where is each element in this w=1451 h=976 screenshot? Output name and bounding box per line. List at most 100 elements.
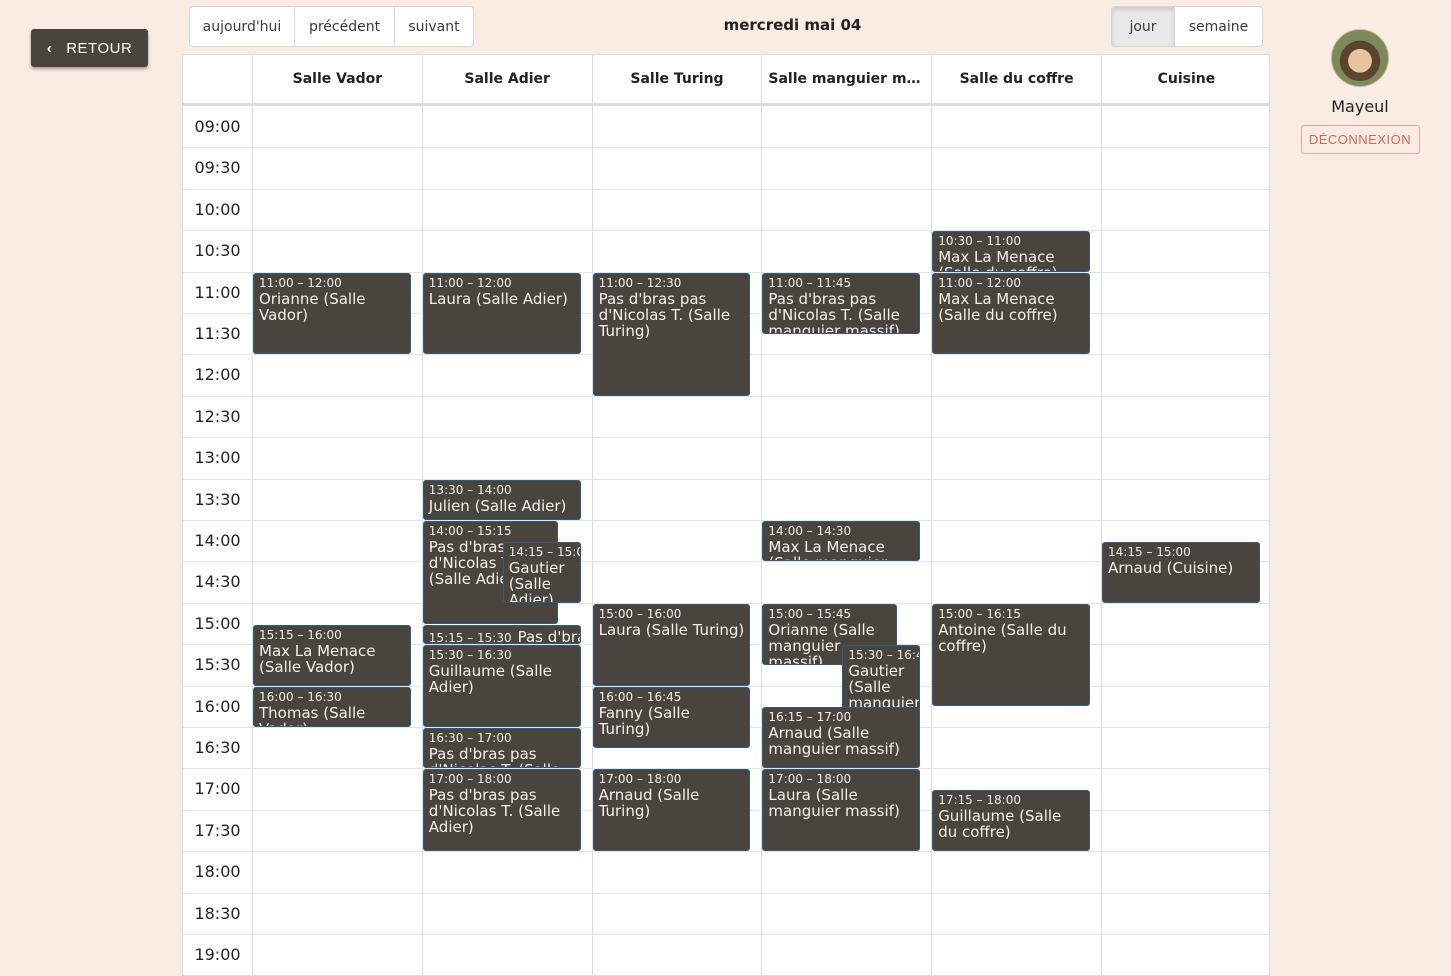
calendar-event[interactable]: 15:30 – 16:30 Guillaume (Salle Adier) [422,645,581,727]
room-header-label: Salle manguier ma... [768,71,926,87]
event-time: 15:30 – 16:45 [848,648,919,663]
event-time: 14:15 – 15:00 [508,544,580,559]
room-header-row: Salle Vador Salle Adier Salle Turing Salle … [183,55,1269,106]
user-panel: Mayeul DÉCONNEXION [1290,29,1430,154]
view-day-button[interactable]: jour [1112,7,1175,46]
calendar-event[interactable]: 17:00 – 18:00 Pas d'bras pas d'Nicolas T.… [422,769,581,852]
event-title: Max La Menace (Salle du coffre) [938,289,1058,324]
logout-button[interactable]: DÉCONNEXION [1300,125,1420,154]
event-time: 11:00 – 11:45 [768,275,852,290]
calendar-event[interactable]: 14:15 – 15:00Gautier (Salle Adier) [502,541,581,603]
event-title: Max La Menace (Salle manguier massif) [768,538,887,560]
slot-divider [183,892,1269,894]
event-title: Max La Menace (Salle du coffre) [938,248,1057,270]
event-time: 13:30 – 14:00 [428,482,512,497]
event-time: 14:15 – 15:00 [1108,544,1191,559]
time-label: 14:00 [194,531,241,550]
event-time: 16:15 – 17:00 [768,710,852,725]
event-title: Laura (Salle Turing) [598,620,745,639]
calendar-event[interactable]: 14:00 – 14:30Max La Menace (Salle mangui… [762,521,921,562]
calendar-event[interactable]: 16:30 – 17:00Pas d'bras pas d'Nicolas T.… [422,728,581,769]
event-time: 17:00 – 18:00 [428,772,512,787]
calendar-event[interactable]: 10:30 – 11:00Max La Menace (Salle du cof… [932,231,1090,272]
slot-divider [183,437,1269,439]
event-time: 15:00 – 16:15 [938,606,1021,621]
calendar-event[interactable]: 14:15 – 15:00 Arnaud (Cuisine) [1102,541,1260,603]
calendar-event[interactable]: 15:15 – 16:00 Max La Menace (Salle Vador) [253,624,411,686]
room-header: Salle Adier [421,55,592,103]
event-title: Antoine (Salle du coffre) [938,620,1067,655]
column-divider [252,106,253,975]
event-time: 10:30 – 11:00 [938,234,1021,249]
event-title: Laura (Salle Adier) [428,289,568,308]
calendar-event[interactable]: 11:00 – 12:30 Pas d'bras pas d'Nicolas T.… [592,272,751,396]
event-time: 15:15 – 16:00 [259,627,342,642]
time-label: 09:30 [194,158,241,178]
time-label: 16:00 [194,696,241,716]
event-time: 15:30 – 16:30 [428,648,512,663]
room-header: Salle Vador [252,55,422,103]
time-label: 19:00 [194,945,241,964]
time-label: 18:00 [194,862,241,882]
calendar-event[interactable]: 11:00 – 12:00 Laura (Salle Adier) [422,272,581,355]
room-header: Salle manguier ma... [761,55,931,103]
calendar-event[interactable]: 17:00 – 18:00 Arnaud (Salle Turing) [592,769,751,852]
time-label: 13:30 [194,489,241,509]
calendar-event[interactable]: 17:15 – 18:00 Guillaume (Salle du coffre) [932,790,1090,852]
calendar-event[interactable]: 17:00 – 18:00 Laura (Salle manguier massi… [762,769,921,852]
room-header-label: Cuisine [1157,71,1216,87]
event-title: Pas d'bras pas d'Nicolas T. (Salle Turin… [598,289,731,340]
calendar-event[interactable]: 16:00 – 16:30Thomas (Salle Vador) [253,686,411,727]
event-time: 16:00 – 16:45 [598,689,682,704]
event-title: Pas d'bras pas d'Nicolas T. (Salle Adier… [428,745,560,767]
calendar-event[interactable]: 15:00 – 16:15 Antoine (Salle du coffre) [932,603,1090,707]
time-label: 15:00 [194,613,241,633]
event-time: 11:00 – 12:00 [259,275,342,290]
event-time: 11:00 – 12:30 [598,275,682,290]
event-time: 14:00 – 15:15 [428,524,512,538]
event-time: 16:00 – 16:30 [259,689,342,704]
previous-button[interactable]: précédent [295,7,395,46]
event-time: 15:00 – 15:45 [768,606,852,621]
avatar[interactable] [1331,29,1389,87]
column-divider [1101,106,1102,975]
date-title: mercredi mai 04 [723,16,862,34]
time-label: 15:30 [194,655,241,675]
event-time: 16:30 – 17:00 [428,731,512,745]
calendar-event[interactable]: 15:15 – 15:30 Pas d'bras pas d'Nicolas T.… [422,624,581,645]
event-title: Arnaud (Salle manguier massif) [768,724,900,759]
calendar-event[interactable]: 11:00 – 11:45 Pas d'bras pas d'Nicolas T.… [762,272,921,334]
calendar-event[interactable]: 16:15 – 17:00 Arnaud (Salle manguier mass… [762,707,921,769]
event-title: Guillaume (Salle du coffre) [938,807,1062,842]
today-button[interactable]: aujourd'hui [190,7,295,46]
view-week-button[interactable]: semaine [1175,7,1262,46]
event-time: 17:00 – 18:00 [598,772,682,787]
calendar-event[interactable]: 15:00 – 16:00 Laura (Salle Turing) [592,603,751,686]
next-button[interactable]: suivant [395,7,473,46]
event-title: Pas d'bras pas d'Nicolas T. (Salle mangu… [768,289,900,334]
slot-divider [183,395,1269,397]
event-title: Thomas (Salle Vador) [259,703,366,726]
calendar-event[interactable]: 11:00 – 12:00 Max La Menace (Salle du cof… [932,272,1090,355]
time-label: 16:30 [194,738,241,757]
username: Mayeul [1331,97,1389,116]
day-calendar: Salle Vador Salle Adier Salle Turing Salle … [182,54,1270,976]
room-header: Salle Turing [591,55,762,103]
slot-divider [183,478,1269,480]
chevron-left-icon: ‹ [46,39,53,57]
slot-divider [183,520,1269,521]
back-button[interactable]: ‹ RETOUR [31,29,148,67]
view-switcher: jour semaine [1111,6,1263,47]
room-header-label: Salle du coffre [959,71,1074,87]
room-header-label: Salle Adier [464,71,550,87]
calendar-event[interactable]: 13:30 – 14:00 Julien (Salle Adier) [422,479,581,520]
event-time: 17:00 – 18:00 [768,772,852,787]
event-title: Gautier (Salle Adier) [508,558,565,603]
event-title: Orianne (Salle Vador) [259,289,366,324]
slot-divider [183,147,1269,149]
time-label: 11:30 [194,324,241,343]
calendar-event[interactable]: 11:00 – 12:00 Orianne (Salle Vador) [253,272,411,355]
event-time: 11:00 – 12:00 [938,275,1021,290]
calendar-event[interactable]: 16:00 – 16:45 Fanny (Salle Turing) [592,686,751,748]
time-label: 12:30 [194,406,241,426]
